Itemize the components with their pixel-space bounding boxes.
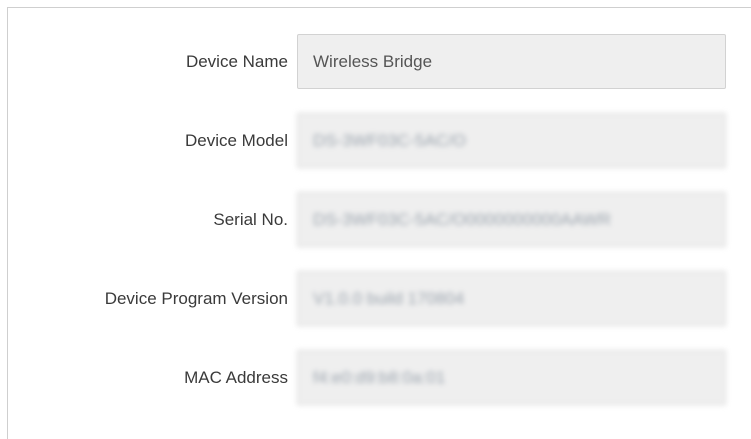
- device-info-panel: Device Name Device Model Serial No. Devi…: [7, 7, 751, 439]
- mac-address-field[interactable]: [297, 350, 726, 405]
- mac-address-row: MAC Address: [8, 350, 751, 406]
- serial-no-label: Serial No.: [213, 210, 288, 229]
- device-name-label: Device Name: [185, 52, 288, 71]
- program-version-field[interactable]: [297, 271, 726, 326]
- program-version-label: Device Program Version: [104, 289, 288, 308]
- mac-address-label: MAC Address: [184, 368, 288, 387]
- serial-no-field[interactable]: [297, 192, 726, 247]
- serial-no-row: Serial No.: [8, 192, 751, 248]
- device-model-field[interactable]: [297, 113, 726, 168]
- device-model-label: Device Model: [185, 131, 288, 150]
- program-version-row: Device Program Version: [8, 271, 751, 327]
- device-name-field[interactable]: [297, 34, 726, 89]
- device-model-row: Device Model: [8, 113, 751, 169]
- device-name-row: Device Name: [8, 34, 751, 90]
